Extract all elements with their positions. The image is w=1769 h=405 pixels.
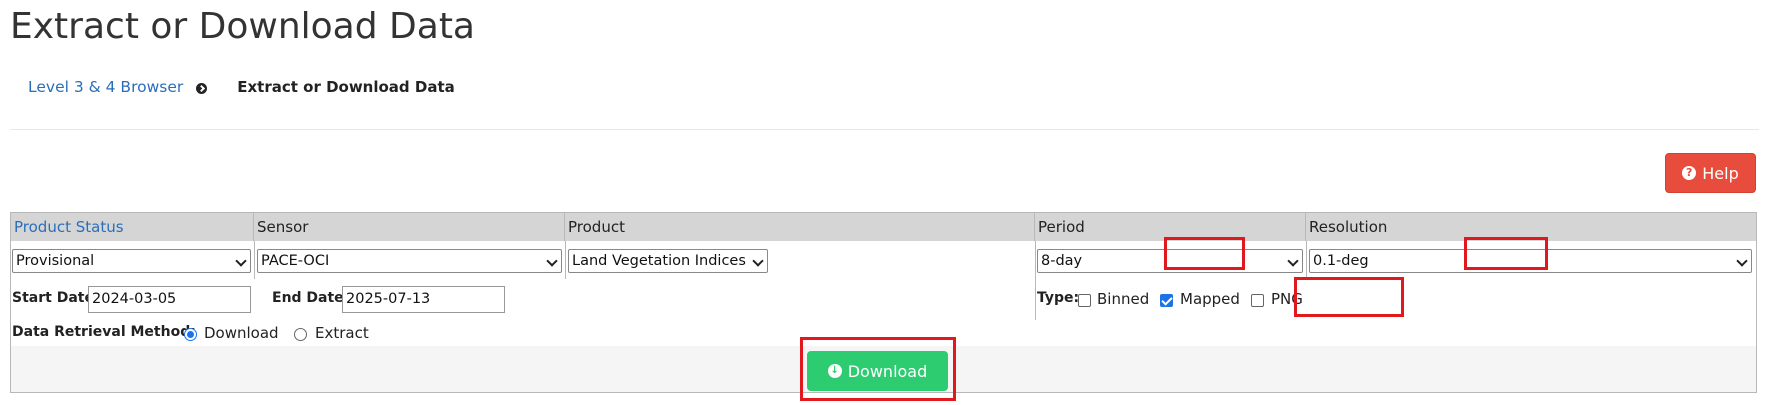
retrieval-method-label: Data Retrieval Method: xyxy=(12,324,196,340)
header-product: Product xyxy=(565,213,1035,241)
end-date-input[interactable]: 2025-07-13 xyxy=(342,286,505,313)
mapped-label: Mapped xyxy=(1180,290,1240,308)
binned-checkbox[interactable] xyxy=(1078,294,1091,307)
breadcrumb: Level 3 & 4 Browser Extract or Download … xyxy=(28,76,455,98)
header-resolution: Resolution xyxy=(1309,218,1388,236)
chevron-down-icon xyxy=(1287,255,1299,267)
resolution-select[interactable]: 0.1-deg xyxy=(1309,249,1752,273)
product-value: Land Vegetation Indices xyxy=(572,253,746,269)
period-select[interactable]: 8-day xyxy=(1037,249,1303,273)
page-title: Extract or Download Data xyxy=(10,6,475,47)
png-label: PNG xyxy=(1271,290,1303,308)
png-checkbox[interactable] xyxy=(1251,294,1264,307)
download-circle-icon: ↓ xyxy=(827,364,842,378)
breadcrumb-link-level3-browser[interactable]: Level 3 & 4 Browser xyxy=(28,78,183,96)
extract-radio-label: Extract xyxy=(315,324,369,342)
chevron-down-icon xyxy=(235,255,247,267)
download-button-label: Download xyxy=(847,361,928,381)
start-date-label: Start Date: xyxy=(12,290,100,306)
chevron-right-circle-icon xyxy=(196,82,208,94)
product-status-select[interactable]: Provisional xyxy=(12,249,251,273)
extract-radio[interactable] xyxy=(294,328,307,341)
resolution-value: 0.1-deg xyxy=(1313,253,1369,269)
header-product-status[interactable]: Product Status xyxy=(11,213,254,241)
form-select-row: Provisional PACE-OCI Land Vegetation Ind… xyxy=(11,241,1756,280)
product-status-value: Provisional xyxy=(16,253,95,269)
breadcrumb-current: Extract or Download Data xyxy=(237,78,455,96)
header-period: Period xyxy=(1035,213,1306,241)
form-date-type-row: Start Date: 2024-03-05 End Date: 2025-07… xyxy=(11,279,1756,321)
form-header-row: Product Status Sensor Product Period Res… xyxy=(11,213,1756,242)
binned-label: Binned xyxy=(1097,290,1150,308)
period-value: 8-day xyxy=(1041,253,1083,269)
question-circle-icon: ? xyxy=(1682,166,1697,180)
sensor-value: PACE-OCI xyxy=(261,253,330,269)
download-button[interactable]: ↓ Download xyxy=(807,351,948,391)
end-date-label: End Date: xyxy=(272,290,350,306)
download-radio[interactable] xyxy=(184,328,197,341)
chevron-down-icon xyxy=(1736,255,1748,267)
mapped-checkbox[interactable] xyxy=(1160,294,1173,307)
start-date-input[interactable]: 2024-03-05 xyxy=(88,286,251,313)
sensor-select[interactable]: PACE-OCI xyxy=(257,249,562,273)
product-select[interactable]: Land Vegetation Indices xyxy=(568,249,768,273)
divider xyxy=(10,129,1759,130)
type-label: Type: xyxy=(1037,290,1080,306)
help-button[interactable]: ? Help xyxy=(1665,153,1756,193)
chevron-down-icon xyxy=(752,255,764,267)
download-radio-label: Download xyxy=(204,324,279,342)
chevron-down-icon xyxy=(546,255,558,267)
help-button-label: Help xyxy=(1702,163,1739,183)
form-retrieval-row: Data Retrieval Method: Download Extract xyxy=(11,320,1756,347)
header-sensor: Sensor xyxy=(254,213,565,241)
